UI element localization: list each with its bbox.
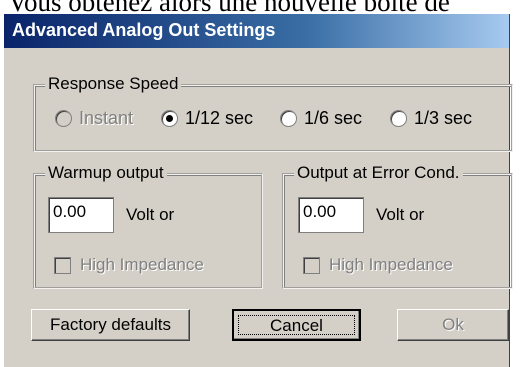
radio-instant[interactable]: Instant <box>55 108 133 129</box>
checkbox-label: High Impedance <box>80 255 204 274</box>
advanced-analog-out-dialog: Advanced Analog Out Settings Response Sp… <box>4 14 513 367</box>
radio-1-3-sec[interactable]: 1/3 sec <box>390 108 472 129</box>
warmup-voltage-input[interactable]: 0.00 <box>48 197 114 233</box>
radio-circle <box>280 110 297 127</box>
response-speed-group: Response Speed Instant 1/12 sec 1/6 sec … <box>33 74 513 152</box>
radio-1-6-sec[interactable]: 1/6 sec <box>280 108 362 129</box>
error-voltage-input[interactable]: 0.00 <box>298 197 364 233</box>
warmup-output-group: Warmup output 0.00 Volt or High Impedanc… <box>33 163 263 289</box>
radio-label: Instant <box>79 108 134 128</box>
warmup-unit-label: Volt or <box>126 205 175 224</box>
error-unit-label: Volt or <box>376 205 425 224</box>
checkbox-box <box>54 256 71 274</box>
title-bar[interactable]: Advanced Analog Out Settings <box>4 14 509 48</box>
warmup-output-legend: Warmup output <box>45 163 167 183</box>
checkbox-box <box>303 256 320 274</box>
radio-label: 1/12 sec <box>185 108 254 128</box>
warmup-high-impedance-checkbox[interactable]: High Impedance <box>54 255 204 275</box>
focus-rect <box>238 315 355 335</box>
radio-label: 1/6 sec <box>304 108 363 128</box>
checkbox-label: High Impedance <box>329 255 453 274</box>
error-output-legend: Output at Error Cond. <box>294 163 463 183</box>
window-title: Advanced Analog Out Settings <box>12 20 276 40</box>
ok-button[interactable]: Ok <box>397 309 509 341</box>
radio-selected-dot <box>166 115 173 122</box>
error-high-impedance-checkbox[interactable]: High Impedance <box>303 255 453 275</box>
radio-label: 1/3 sec <box>414 108 473 128</box>
radio-circle <box>390 110 407 127</box>
factory-defaults-button[interactable]: Factory defaults <box>31 309 190 341</box>
response-speed-legend: Response Speed <box>45 74 182 94</box>
error-output-group: Output at Error Cond. 0.00 Volt or High … <box>282 163 513 289</box>
cancel-button[interactable]: Cancel <box>232 309 361 341</box>
radio-1-12-sec[interactable]: 1/12 sec <box>161 108 253 129</box>
radio-circle <box>161 110 178 127</box>
radio-circle <box>55 110 72 127</box>
